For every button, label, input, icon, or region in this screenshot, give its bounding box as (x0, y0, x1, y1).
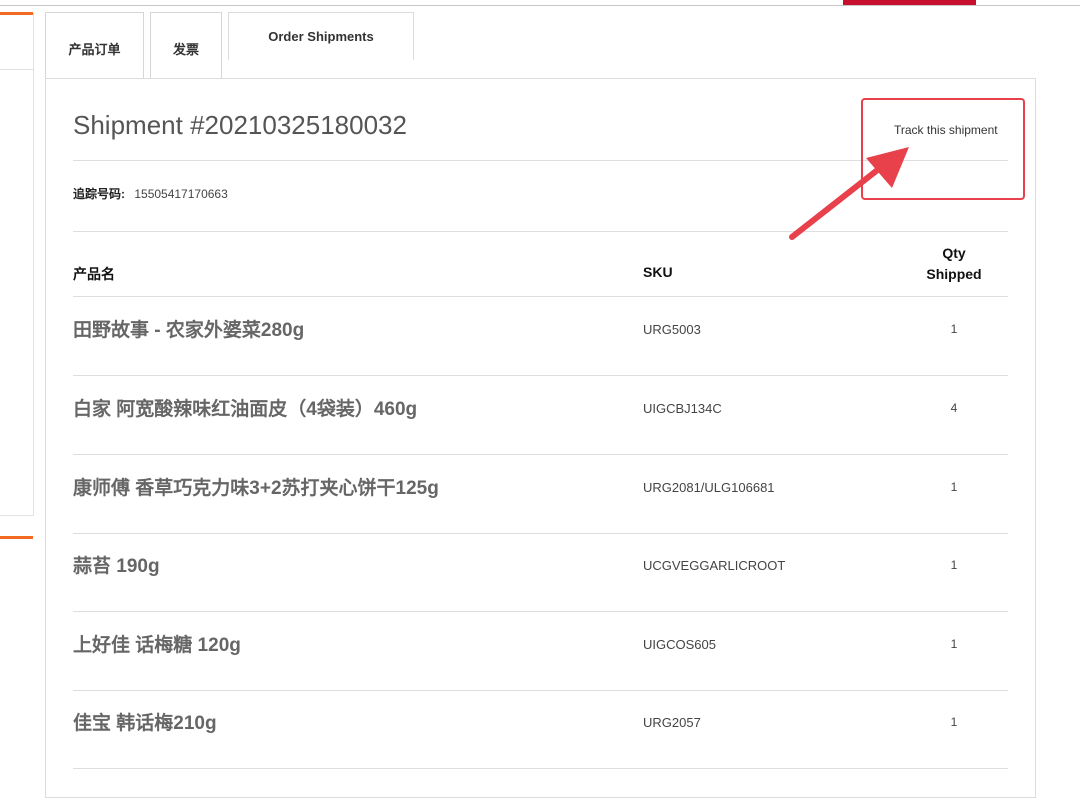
annotation-arrow-icon (789, 147, 909, 240)
